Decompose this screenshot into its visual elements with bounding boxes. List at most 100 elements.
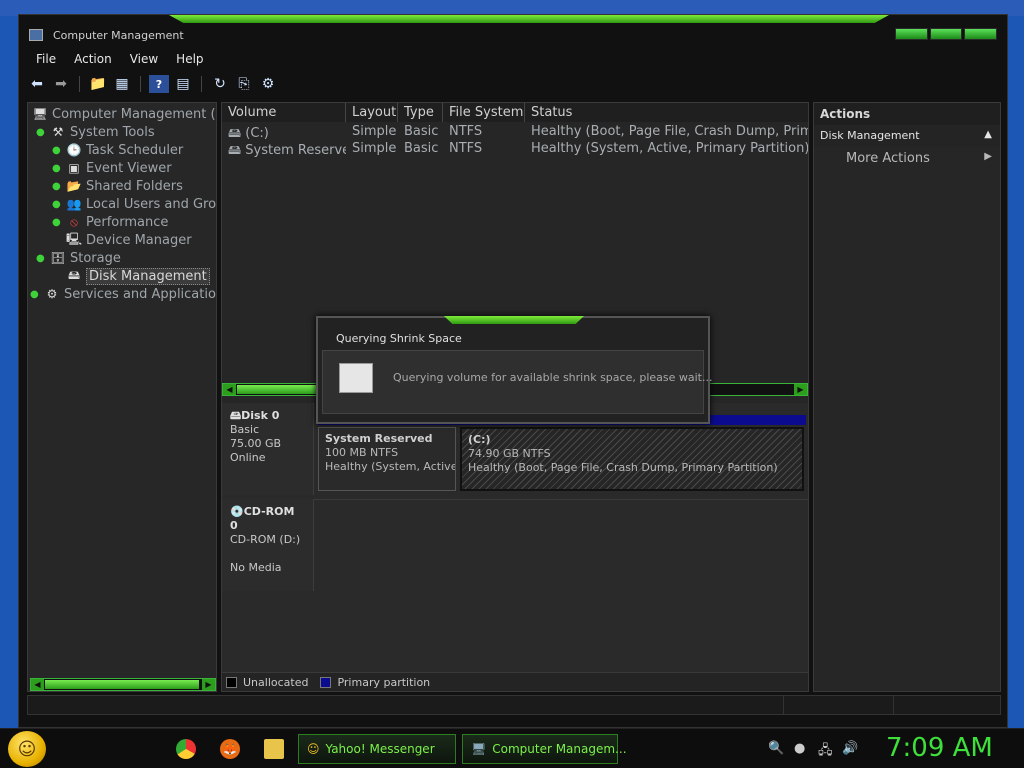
- expand-bullet-icon[interactable]: ●: [52, 199, 62, 210]
- tree-item-services-applications[interactable]: ● ⚙ Services and Applications: [30, 285, 217, 303]
- scroll-left-icon[interactable]: ◀: [31, 679, 44, 690]
- actions-section-disk-management[interactable]: Disk Management ▲: [814, 125, 1000, 147]
- status-circle-icon[interactable]: ●: [794, 741, 805, 756]
- expand-bullet-icon[interactable]: ●: [30, 289, 40, 300]
- expand-bullet-icon[interactable]: ●: [52, 163, 62, 174]
- help-icon[interactable]: ?: [149, 75, 169, 93]
- expand-bullet-icon[interactable]: ●: [52, 217, 62, 228]
- tree-item-event-viewer[interactable]: ● ▣ Event Viewer: [52, 159, 172, 177]
- collapse-up-icon[interactable]: ▲: [984, 129, 992, 140]
- forward-arrow-icon[interactable]: ➡: [51, 75, 71, 93]
- storage-icon: 🗄: [50, 251, 66, 265]
- querying-shrink-space-dialog[interactable]: Querying Shrink Space Querying volume fo…: [316, 316, 712, 424]
- up-folder-icon[interactable]: 📁: [88, 75, 108, 93]
- volume-name: (C:): [245, 126, 269, 141]
- maximize-button[interactable]: [929, 28, 963, 40]
- start-button[interactable]: ☺: [8, 731, 46, 767]
- status-cell: Healthy (System, Active, Primary Partiti…: [531, 141, 808, 156]
- network-icon[interactable]: 🖧: [818, 741, 833, 763]
- tree-horizontal-scrollbar[interactable]: ◀ ▶: [30, 678, 216, 691]
- tree-item-label: Computer Management (Loc: [52, 106, 216, 122]
- explorer-folder-icon[interactable]: [264, 739, 284, 759]
- actions-section-label: Disk Management: [820, 129, 920, 142]
- disk-state: No Media: [230, 561, 282, 574]
- tree-item-label: System Tools: [70, 124, 155, 140]
- disk-legend: Unallocated Primary partition: [222, 672, 808, 691]
- drive-icon: 🖴: [228, 143, 242, 158]
- services-icon: ⚙: [46, 287, 58, 301]
- firefox-icon[interactable]: 🦊: [220, 739, 240, 759]
- partition-status: Healthy (Boot, Page File, Crash Dump, Pr…: [468, 461, 778, 474]
- tree-item-label: Device Manager: [86, 232, 192, 248]
- close-button[interactable]: [964, 28, 998, 40]
- tree-item-label: Services and Applications: [64, 286, 217, 302]
- type-cell: Basic: [404, 141, 439, 156]
- expand-bullet-icon[interactable]: ●: [52, 181, 62, 192]
- taskbar-button-yahoo-messenger[interactable]: ☺ Yahoo! Messenger: [298, 734, 456, 764]
- settings-icon[interactable]: ⚙: [258, 75, 278, 93]
- disk-name: 🖴Disk 0: [230, 409, 280, 422]
- scroll-right-icon[interactable]: ▶: [202, 679, 215, 690]
- title-bar[interactable]: Computer Management: [19, 23, 1007, 47]
- toolbar-separator: [79, 76, 80, 92]
- tree-item-shared-folders[interactable]: ● 📂 Shared Folders: [52, 177, 183, 195]
- type-cell: Basic: [404, 124, 439, 139]
- partition-system-reserved[interactable]: System Reserved 100 MB NTFS Healthy (Sys…: [318, 427, 456, 491]
- scroll-left-icon[interactable]: ◀: [223, 384, 236, 395]
- partition-c-drive[interactable]: (C:) 74.90 GB NTFS Healthy (Boot, Page F…: [460, 427, 804, 491]
- tree-item-local-users[interactable]: ● 👥 Local Users and Grou: [52, 195, 216, 213]
- volume-icon[interactable]: 🔊: [842, 741, 858, 756]
- tree-item-storage[interactable]: ● 🗄 Storage: [36, 249, 121, 267]
- disk-management-icon: 🖴: [67, 267, 81, 282]
- tree-item-label: Disk Management: [86, 267, 210, 285]
- tree-item-label: Task Scheduler: [86, 142, 184, 158]
- export-icon[interactable]: ⎘: [234, 75, 254, 93]
- more-actions-item[interactable]: More Actions ▶: [814, 147, 1000, 169]
- column-header-status[interactable]: Status: [525, 103, 808, 122]
- properties-icon[interactable]: ▤: [173, 75, 193, 93]
- table-row[interactable]: 🖴 System Reserved Simple Basic NTFS Heal…: [222, 141, 808, 158]
- menu-file[interactable]: File: [27, 51, 65, 69]
- expand-bullet-icon[interactable]: ●: [36, 127, 46, 138]
- layout-cell: Simple: [352, 141, 397, 156]
- column-header-file-system[interactable]: File System: [443, 103, 525, 122]
- yahoo-smiley-icon: ☺: [307, 742, 320, 756]
- chrome-icon[interactable]: [176, 739, 196, 759]
- tree-item-label: Storage: [70, 250, 121, 266]
- status-bar: [27, 695, 1001, 715]
- cdrom-0-label[interactable]: 💿CD-ROM 0 CD-ROM (D:) No Media: [222, 499, 314, 591]
- back-arrow-icon[interactable]: ⬅: [27, 75, 47, 93]
- table-row[interactable]: 🖴 (C:) Simple Basic NTFS Healthy (Boot, …: [222, 124, 808, 141]
- desktop-background-left: [0, 16, 18, 728]
- tree-item-device-manager[interactable]: ● 🖳 Device Manager: [52, 231, 192, 249]
- disk-state: Online: [230, 451, 266, 464]
- show-hide-tree-icon[interactable]: ▦: [112, 75, 132, 93]
- expand-bullet-icon[interactable]: ●: [36, 253, 46, 264]
- cdrom-icon: 💿: [230, 505, 244, 518]
- scrollbar-thumb[interactable]: [237, 385, 327, 394]
- taskbar-button-computer-management[interactable]: 🖥 Computer Managem...: [462, 734, 627, 764]
- scrollbar-thumb[interactable]: [45, 680, 199, 689]
- disk-icon: 🖴: [230, 409, 242, 422]
- scroll-right-icon[interactable]: ▶: [794, 384, 807, 395]
- tree-item-computer-management[interactable]: 🖥 Computer Management (Loc: [32, 105, 216, 123]
- menu-view[interactable]: View: [121, 51, 167, 69]
- menu-help[interactable]: Help: [167, 51, 212, 69]
- tree-item-performance[interactable]: ● ⦸ Performance: [52, 213, 168, 231]
- column-header-type[interactable]: Type: [398, 103, 443, 122]
- menu-action[interactable]: Action: [65, 51, 121, 69]
- search-icon[interactable]: 🔍: [768, 741, 784, 756]
- expand-bullet-icon[interactable]: ●: [52, 145, 62, 156]
- tree-item-disk-management[interactable]: ● 🖴 Disk Management: [52, 267, 210, 285]
- disk-0-label[interactable]: 🖴Disk 0 Basic 75.00 GB Online: [222, 403, 314, 495]
- refresh-icon[interactable]: ↻: [210, 75, 230, 93]
- tree-item-task-scheduler[interactable]: ● 🕒 Task Scheduler: [52, 141, 183, 159]
- column-header-volume[interactable]: Volume: [222, 103, 346, 122]
- wait-clock-icon: [339, 363, 373, 393]
- disk-size: 75.00 GB: [230, 437, 282, 450]
- tree-item-system-tools[interactable]: ● ⚒ System Tools: [36, 123, 155, 141]
- minimize-button[interactable]: [895, 28, 928, 40]
- column-header-layout[interactable]: Layout: [346, 103, 398, 122]
- system-clock[interactable]: 7:09 AM: [886, 733, 993, 763]
